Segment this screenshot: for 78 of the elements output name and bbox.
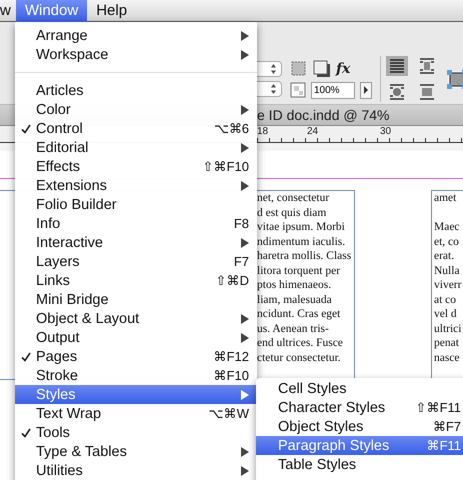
body-text-line: vel d	[434, 308, 457, 320]
stepper-arrows-icon[interactable]	[270, 63, 277, 75]
text-wrap-none-icon[interactable]	[386, 56, 408, 76]
menu-item[interactable]: Stroke ⌘F10	[15, 366, 257, 385]
menu-item[interactable]: Object & Layout	[15, 309, 257, 328]
body-text-line: ptos himenaeos.	[257, 279, 332, 291]
menu-item[interactable]: Arrange	[15, 26, 257, 45]
body-text-line: Nulla	[434, 264, 460, 276]
body-text-line: nasce	[434, 352, 460, 364]
submenu-arrow-icon[interactable]	[241, 238, 249, 248]
menu-item[interactable]: Object Styles ⌘F7	[256, 417, 463, 436]
menu-item[interactable]: Character Styles ⇧⌘F11	[256, 398, 463, 417]
body-text-line: d est quis diam	[257, 206, 326, 218]
menu-item[interactable]: Articles	[15, 81, 257, 100]
ruler-ticks-icon[interactable]	[257, 136, 463, 142]
body-text-line: at co	[434, 294, 456, 306]
menu-item[interactable]: Type & Tables	[15, 442, 257, 461]
body-text-line: us. Aenean tris-	[257, 322, 329, 334]
body-text-line: Maec	[434, 221, 460, 233]
play-arrow-icon[interactable]	[363, 86, 369, 94]
menu-item[interactable]: Workspace	[15, 45, 257, 64]
body-text-line: amet	[434, 192, 456, 204]
body-text-line: litora torquent per	[257, 264, 340, 276]
checkmark-icon[interactable]	[20, 428, 30, 438]
body-text-line: haretra mollis. Class	[257, 250, 352, 262]
frame-corner-icon[interactable]	[290, 60, 308, 78]
menu-item[interactable]: Cell Styles	[256, 379, 463, 398]
menu-item[interactable]: Interactive	[15, 233, 257, 252]
menu-item[interactable]: Folio Builder	[15, 195, 257, 214]
body-text-line: erat.	[434, 250, 454, 262]
checkmark-icon[interactable]	[20, 124, 30, 134]
menu-item[interactable]: Extensions	[15, 176, 257, 195]
menu-bar-item[interactable]: Help	[87, 0, 136, 22]
dropdown-button[interactable]	[360, 82, 372, 98]
opacity-field[interactable]: 100%	[311, 82, 355, 98]
menu-bar-item[interactable]: w	[0, 0, 16, 22]
submenu-arrow-icon[interactable]	[241, 104, 249, 114]
menu-item[interactable]: Color	[15, 100, 257, 119]
menu-item[interactable]: Info F8	[15, 214, 257, 233]
menu-item[interactable]: Pages ⌘F12	[15, 347, 257, 366]
menu-item[interactable]: Layers F7	[15, 252, 257, 271]
menu-item[interactable]: Links ⇧⌘D	[15, 271, 257, 290]
body-text-line: ndimentum iaculis.	[257, 236, 346, 248]
menu-item[interactable]: Editorial	[15, 138, 257, 157]
menu-item[interactable]: Utilities	[15, 461, 257, 480]
menu-item[interactable]: Text Wrap ⌥⌘W	[15, 404, 257, 423]
ruler-number: 18	[257, 126, 268, 137]
document-title[interactable]: e ID doc.indd @ 74%	[257, 107, 390, 123]
menu-item[interactable]: Control ⌥⌘6	[15, 119, 257, 138]
submenu-arrow-icon[interactable]	[241, 142, 249, 152]
body-text-line: et, co	[434, 236, 459, 248]
body-text-line: vitae ipsum. Morbi	[257, 221, 345, 233]
menu-item[interactable]: Output	[15, 328, 257, 347]
submenu-arrow-icon[interactable]	[241, 390, 249, 400]
menu-item[interactable]: Mini Bridge	[15, 290, 257, 309]
body-text-line: ncidunt. Cras eget	[257, 308, 340, 320]
drop-shadow-icon[interactable]	[313, 60, 331, 78]
ruler-number: 30	[380, 126, 392, 137]
checkmark-icon[interactable]	[20, 352, 30, 362]
frame-select-icon[interactable]	[446, 69, 463, 89]
ruler-number: 24	[307, 126, 318, 137]
menu-item[interactable]: Effects ⇧⌘F10	[15, 157, 257, 176]
menu-item[interactable]: Paragraph Styles ⌘F11	[256, 436, 463, 455]
body-text-line: ctetur consectetur.	[257, 352, 341, 364]
menu-item[interactable]: Table Styles	[256, 455, 463, 474]
menu-bar-item[interactable]: Window	[16, 0, 88, 22]
submenu-arrow-icon[interactable]	[241, 180, 249, 190]
body-text-line: ultrici	[434, 322, 462, 334]
body-text-line: penat	[434, 337, 459, 349]
opacity-icon[interactable]	[290, 82, 306, 98]
menu-item[interactable]: Styles	[15, 385, 257, 404]
effects-button[interactable]: fx	[336, 60, 350, 76]
body-text-line: liam, malesuada	[257, 294, 332, 306]
stepper-arrows-icon[interactable]	[270, 83, 277, 95]
menu-item[interactable]: Tools	[15, 423, 257, 442]
body-text-line: viverr	[434, 279, 462, 291]
body-text-line: end ultrices. Fusce	[257, 337, 343, 349]
body-text-line: net, consectetur	[257, 192, 330, 204]
